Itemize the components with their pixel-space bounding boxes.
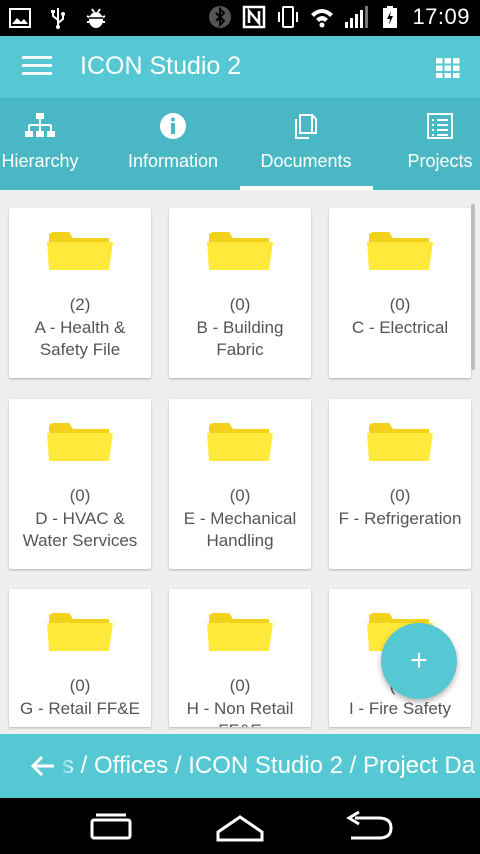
tab-hierarchy[interactable]: Hierarchy (0, 98, 110, 190)
app-bar: ICON Studio 2 (0, 36, 480, 98)
folder-name: B - Building Fabric (196, 318, 284, 359)
folder-name: H - Non Retail FF&E (186, 699, 294, 727)
wifi-icon (311, 9, 334, 28)
folder-icon (367, 423, 433, 461)
bluetooth-icon (209, 6, 232, 28)
breadcrumb-fade (56, 734, 76, 798)
folder-count: (0) (229, 486, 251, 505)
tab-documents[interactable]: Documents (236, 98, 376, 190)
recent-apps-icon[interactable] (86, 808, 136, 844)
tab-projects[interactable]: Projects (370, 98, 480, 190)
folder-name: D - HVAC & Water Services (22, 509, 138, 550)
status-bar: 17:09 (0, 0, 480, 36)
image-icon (9, 8, 31, 28)
hierarchy-icon (25, 113, 55, 137)
folder-icon (207, 232, 273, 270)
android-debug-icon (86, 8, 106, 28)
back-icon[interactable] (343, 808, 393, 844)
documents-icon (295, 114, 317, 139)
page-title: ICON Studio 2 (80, 52, 242, 80)
folder-icon (207, 613, 273, 651)
folder-count: (0) (229, 676, 251, 695)
tab-bar: Hierarchy Information Documents Projects (0, 98, 480, 190)
folder-icon (207, 423, 273, 461)
list-icon (427, 113, 453, 139)
clock: 17:09 (412, 4, 470, 29)
folder-card[interactable]: (0) H - Non Retail FF&E (169, 589, 311, 727)
vibrate-icon (278, 6, 299, 28)
tab-label: Documents (260, 151, 352, 171)
folder-count: (0) (389, 486, 411, 505)
folder-name: C - Electrical (351, 318, 449, 337)
folder-icon (47, 232, 113, 270)
scrollbar[interactable] (471, 204, 475, 370)
add-button[interactable]: + (381, 623, 457, 699)
folder-icon (47, 613, 113, 651)
breadcrumb-path[interactable]: s / Offices / ICON Studio 2 / Project Da (62, 752, 475, 780)
folder-card[interactable]: (0) E - Mechanical Handling (169, 399, 311, 569)
folder-count: (2) (69, 295, 91, 314)
tab-label: Projects (407, 151, 473, 171)
folder-name: G - Retail FF&E (20, 699, 140, 718)
folder-count: (0) (69, 676, 91, 695)
arrow-left-icon[interactable] (30, 753, 56, 779)
tab-label: Information (127, 151, 219, 171)
folder-card[interactable]: (2) A - Health & Safety File (9, 208, 151, 378)
usb-icon (51, 8, 65, 29)
nfc-icon (243, 5, 266, 29)
folder-card[interactable]: (0) G - Retail FF&E (9, 589, 151, 727)
grid-view-icon[interactable] (436, 58, 460, 78)
tab-label: Hierarchy (1, 151, 79, 171)
folder-name: F - Refrigeration (338, 509, 462, 528)
folder-card[interactable]: (0) D - HVAC & Water Services (9, 399, 151, 569)
folder-card[interactable]: (0) B - Building Fabric (169, 208, 311, 378)
folder-card[interactable]: (0) C - Electrical (329, 208, 471, 378)
battery-charging-icon (383, 6, 398, 28)
folder-icon (47, 423, 113, 461)
signal-icon (345, 6, 369, 28)
breadcrumb: s / Offices / ICON Studio 2 / Project Da (0, 734, 480, 798)
info-icon (160, 113, 186, 139)
tab-information[interactable]: Information (103, 98, 243, 190)
folder-name: I - Fire Safety (348, 699, 452, 718)
folder-card[interactable]: (0) F - Refrigeration (329, 399, 471, 569)
home-icon[interactable] (215, 808, 265, 844)
folder-count: (0) (229, 295, 251, 314)
folder-name: A - Health & Safety File (34, 318, 126, 359)
navigation-bar (0, 798, 480, 854)
folder-count: (0) (69, 486, 91, 505)
folder-icon (367, 232, 433, 270)
folder-count: (0) (389, 295, 411, 314)
folder-name: E - Mechanical Handling (183, 509, 297, 550)
menu-icon[interactable] (22, 56, 52, 80)
